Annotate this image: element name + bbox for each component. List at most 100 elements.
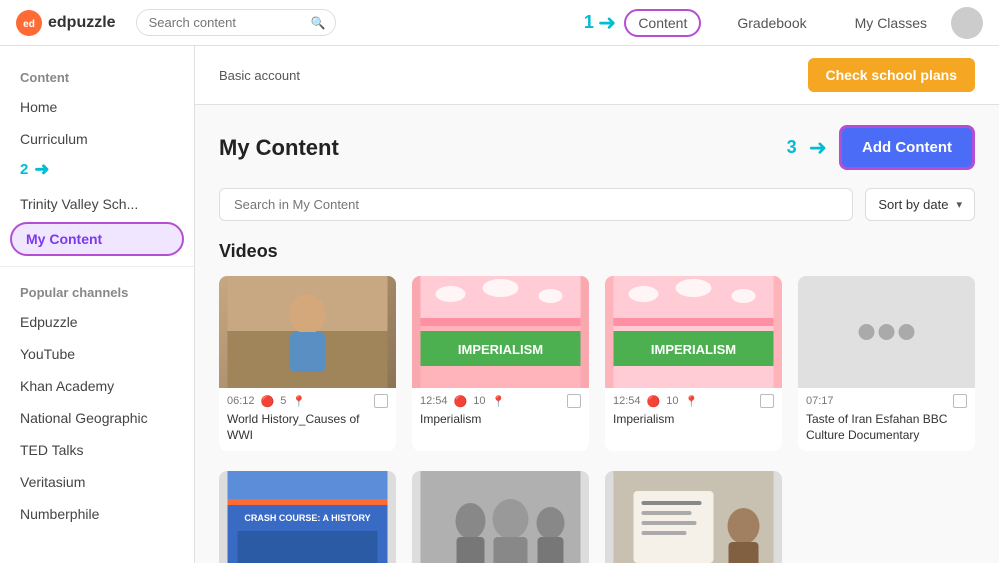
sidebar-item-curriculum[interactable]: Curriculum — [0, 123, 194, 155]
svg-text:IMPERIALISM: IMPERIALISM — [651, 342, 736, 357]
thumb-svg-row2-0: CRASH COURSE: A HISTORY — [219, 471, 396, 563]
sidebar-item-home[interactable]: Home — [0, 91, 194, 123]
annotation-arrow-3: ➜ — [809, 135, 827, 161]
account-label: Basic account — [219, 68, 300, 83]
search-icon: 🔍 — [311, 16, 326, 30]
sidebar-item-edpuzzle[interactable]: Edpuzzle — [0, 306, 194, 338]
videos-section-label: Videos — [219, 241, 975, 262]
avatar[interactable] — [951, 7, 983, 39]
video-thumb-row2-0: CRASH COURSE: A HISTORY — [219, 471, 396, 563]
content-search-input[interactable] — [219, 188, 853, 221]
video-duration-1: 12:54 — [420, 395, 448, 407]
main-content: Basic account Check school plans My Cont… — [195, 46, 999, 563]
annotation-arrow-2: ➜ — [34, 159, 49, 180]
annotation-2: 2 ➜ — [0, 155, 194, 188]
sidebar-item-ted[interactable]: TED Talks — [0, 434, 194, 466]
video-duration-2: 12:54 — [613, 395, 641, 407]
thumb-svg-3 — [798, 276, 975, 388]
sidebar-item-veritasium[interactable]: Veritasium — [0, 466, 194, 498]
account-bar: Basic account Check school plans — [195, 46, 999, 105]
video-meta-2: 12:54 🔴 10 📍 — [605, 388, 782, 410]
thumb-svg-0 — [219, 276, 396, 388]
search-filter-row: Sort by date ▾ — [219, 188, 975, 221]
video-thumb-1: IMPERIALISM — [412, 276, 589, 388]
video-meta-0: 06:12 🔴 5 📍 — [219, 388, 396, 410]
video-title-0: World History_Causes of WWI — [219, 410, 396, 451]
nav-content[interactable]: Content — [624, 9, 701, 37]
sidebar-content-label: Content — [0, 62, 194, 91]
svg-text:CRASH COURSE: A HISTORY: CRASH COURSE: A HISTORY — [244, 513, 370, 523]
header-right: 3 ➜ Add Content — [787, 125, 975, 170]
nav-gradebook[interactable]: Gradebook — [725, 11, 818, 35]
video-thumb-row2-2 — [605, 471, 782, 563]
svg-text:ed: ed — [23, 19, 35, 30]
video-title-1: Imperialism — [412, 410, 589, 436]
annotation-num-2: 2 — [20, 161, 28, 178]
video-questions-0: 5 — [280, 395, 286, 407]
sidebar: Content Home Curriculum 2 ➜ Trinity Vall… — [0, 46, 195, 563]
sidebar-item-khanacademy[interactable]: Khan Academy — [0, 370, 194, 402]
video-card-row2-1[interactable] — [412, 471, 589, 563]
videos-grid: 06:12 🔴 5 📍 World History_Causes of WWI — [219, 276, 975, 451]
nav-annotation-1: 1 — [584, 12, 594, 33]
sidebar-item-youtube[interactable]: YouTube — [0, 338, 194, 370]
sidebar-divider — [0, 266, 194, 267]
video-title-2: Imperialism — [605, 410, 782, 436]
video-title-3: Taste of Iran Esfahan BBC Culture Docume… — [798, 410, 975, 451]
sort-dropdown[interactable]: Sort by date ▾ — [865, 188, 975, 221]
video-questions-1: 10 — [473, 395, 485, 407]
thumb-svg-2: IMPERIALISM — [605, 276, 782, 388]
annotation-num-3: 3 — [787, 137, 797, 158]
logo: ed edpuzzle — [16, 10, 116, 36]
videos-grid-row2: CRASH COURSE: A HISTORY CRASH COURSE: A … — [219, 471, 975, 563]
video-meta-1: 12:54 🔴 10 📍 — [412, 388, 589, 410]
video-card-1[interactable]: IMPERIALISM 12:54 🔴 10 📍 — [412, 276, 589, 451]
video-checkbox-1[interactable] — [567, 394, 581, 408]
sort-label: Sort by date — [878, 197, 948, 212]
video-card-row2-2[interactable] — [605, 471, 782, 563]
video-checkbox-0[interactable] — [374, 394, 388, 408]
logo-icon: ed — [16, 10, 42, 36]
video-pin-icon-2: 📍 — [684, 395, 698, 408]
video-pin-icon-0: 📍 — [292, 395, 306, 408]
layout: Content Home Curriculum 2 ➜ Trinity Vall… — [0, 46, 999, 563]
video-checkbox-2[interactable] — [760, 394, 774, 408]
video-questions-icon-0: 🔴 — [261, 395, 275, 408]
video-thumb-3 — [798, 276, 975, 388]
nav-links: Content Gradebook My Classes — [624, 9, 939, 37]
video-card-0[interactable]: 06:12 🔴 5 📍 World History_Causes of WWI — [219, 276, 396, 451]
video-card-3[interactable]: 07:17 Taste of Iran Esfahan BBC Culture … — [798, 276, 975, 451]
sidebar-channels-label: Popular channels — [0, 277, 194, 306]
video-questions-icon-2: 🔴 — [647, 395, 661, 408]
video-duration-3: 07:17 — [806, 395, 834, 407]
video-meta-3: 07:17 — [798, 388, 975, 410]
logo-text: edpuzzle — [48, 14, 116, 32]
video-questions-icon-1: 🔴 — [454, 395, 468, 408]
check-plans-button[interactable]: Check school plans — [808, 58, 975, 92]
video-checkbox-3[interactable] — [953, 394, 967, 408]
video-card-row2-0[interactable]: CRASH COURSE: A HISTORY CRASH COURSE: A … — [219, 471, 396, 563]
topnav: ed edpuzzle 🔍 1 ➜ Content Gradebook My C… — [0, 0, 999, 46]
chevron-down-icon: ▾ — [956, 198, 962, 211]
sidebar-item-natgeo[interactable]: National Geographic — [0, 402, 194, 434]
nav-myclasses[interactable]: My Classes — [843, 11, 939, 35]
add-content-button[interactable]: Add Content — [839, 125, 975, 170]
video-thumb-2: IMPERIALISM — [605, 276, 782, 388]
search-bar: 🔍 — [136, 9, 336, 36]
thumb-svg-1: IMPERIALISM — [412, 276, 589, 388]
content-header: My Content 3 ➜ Add Content — [219, 125, 975, 170]
video-card-2[interactable]: IMPERIALISM 12:54 🔴 10 📍 Imperialism — [605, 276, 782, 451]
sidebar-item-trinity[interactable]: Trinity Valley Sch... — [0, 188, 194, 220]
thumb-svg-row2-1 — [412, 471, 589, 563]
edpuzzle-logo-svg: ed — [18, 12, 40, 34]
search-input[interactable] — [136, 9, 336, 36]
video-thumb-row2-1 — [412, 471, 589, 563]
video-thumb-0 — [219, 276, 396, 388]
video-questions-2: 10 — [666, 395, 678, 407]
nav-arrow-1: ➜ — [598, 10, 616, 36]
sidebar-item-mycontent[interactable]: My Content — [10, 222, 184, 256]
content-area: My Content 3 ➜ Add Content Sort by date … — [195, 105, 999, 563]
video-duration-0: 06:12 — [227, 395, 255, 407]
page-title: My Content — [219, 135, 339, 161]
sidebar-item-numberphile[interactable]: Numberphile — [0, 498, 194, 530]
